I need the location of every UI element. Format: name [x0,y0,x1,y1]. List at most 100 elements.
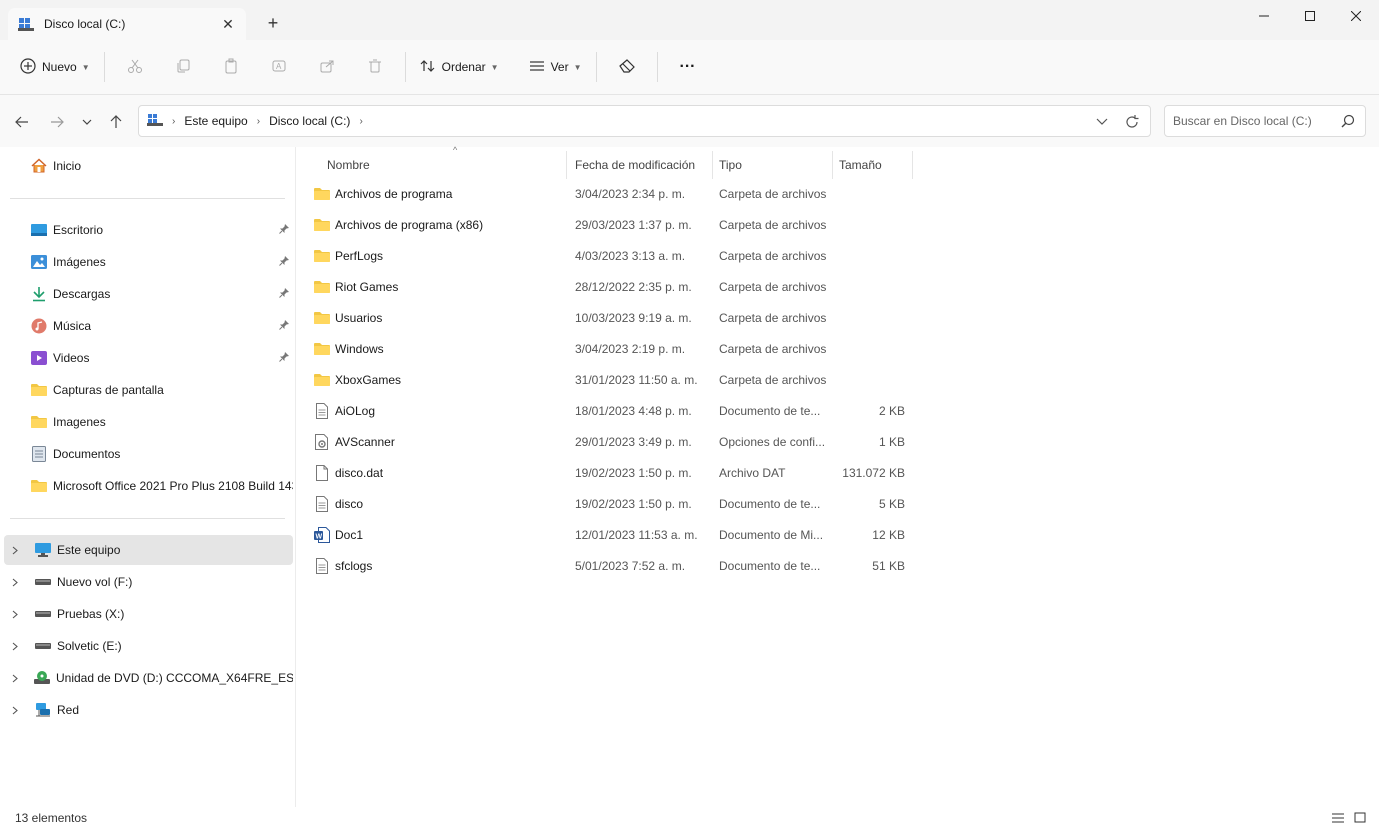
column-header-date[interactable]: Fecha de modificación [569,151,713,179]
new-tab-button[interactable]: + [262,12,284,34]
folder-icon [314,279,330,295]
file-name-cell: AVScanner [314,434,395,450]
sidebar-item-quick[interactable]: Música [4,311,293,341]
file-name: PerfLogs [335,249,384,263]
folder-icon [30,382,48,398]
column-header-size[interactable]: Tamaño [833,151,913,179]
sidebar-item-tree[interactable]: Este equipo [4,535,293,565]
chevron-right-icon[interactable] [4,610,26,619]
file-row[interactable]: Usuarios 10/03/2023 9:19 a. m. Carpeta de … [306,303,916,333]
address-history-chevron-icon[interactable] [1090,110,1114,134]
maximize-icon[interactable] [1287,0,1333,32]
chevron-right-icon[interactable] [4,706,26,715]
breadcrumb-this-pc[interactable]: Este equipo [184,114,247,128]
breadcrumb-local-disk[interactable]: Disco local (C:) [269,114,350,128]
file-row[interactable]: AiOLog 18/01/2023 4:48 p. m. Documento de … [306,396,916,426]
file-name-cell: AiOLog [314,403,375,419]
sidebar-item-tree[interactable]: Solvetic (E:) [4,631,293,661]
pin-icon[interactable] [279,255,289,269]
search-icon[interactable] [1341,114,1355,131]
chevron-right-icon[interactable] [4,546,26,555]
file-type: Carpeta de archivos [719,280,827,294]
filter-button[interactable] [603,50,651,84]
chevron-right-icon[interactable]: › [359,116,362,127]
sidebar-item-tree[interactable]: Unidad de DVD (D:) CCCOMA_X64FRE_ES-MX [4,663,293,693]
back-arrow-icon[interactable] [9,109,35,135]
chevron-right-icon[interactable]: › [257,116,260,127]
cut-button[interactable] [111,50,159,84]
recent-chevron-down-icon[interactable] [74,109,100,135]
chevron-right-icon[interactable] [4,578,26,587]
refresh-icon[interactable] [1120,110,1144,134]
file-name-cell: Windows [314,341,384,357]
file-date: 29/01/2023 3:49 p. m. [575,435,692,449]
close-tab-icon[interactable]: ✕ [214,10,242,38]
file-row[interactable]: W Doc1 12/01/2023 11:53 a. m. Documento de … [306,520,916,550]
file-row[interactable]: AVScanner 29/01/2023 3:49 p. m. Opciones d… [306,427,916,457]
chevron-right-icon[interactable] [4,642,26,651]
list-view-icon [529,58,545,77]
file-row[interactable]: sfclogs 5/01/2023 7:52 a. m. Documento de … [306,551,916,581]
paste-button[interactable] [207,50,255,84]
sort-button[interactable]: Ordenar ▼ [412,50,507,84]
file-date: 3/04/2023 2:19 p. m. [575,342,686,356]
file-size: 5 KB [878,497,905,511]
file-row[interactable]: Windows 3/04/2023 2:19 p. m. Carpeta de ar… [306,334,916,364]
column-header-type[interactable]: Tipo [713,151,833,179]
pin-icon[interactable] [279,351,289,365]
sidebar-item-quick[interactable]: Capturas de pantalla [4,375,293,405]
file-row[interactable]: disco.dat 19/02/2023 1:50 p. m. Archivo DA… [306,458,916,488]
new-button[interactable]: Nuevo ▼ [12,50,98,84]
sidebar-item-quick[interactable]: Documentos [4,439,293,469]
sidebar-item-quick[interactable]: Descargas [4,279,293,309]
close-window-icon[interactable] [1333,0,1379,32]
rename-button[interactable]: A [255,50,303,84]
file-row[interactable]: PerfLogs 4/03/2023 3:13 a. m. Carpeta de a… [306,241,916,271]
delete-button[interactable] [351,50,399,84]
share-button[interactable] [303,50,351,84]
folder-icon [30,478,48,494]
tab-disco-local[interactable]: Disco local (C:) ✕ [8,8,246,40]
view-button[interactable]: Ver ▼ [521,50,590,84]
file-name: Archivos de programa [335,187,453,201]
chevron-right-icon[interactable] [4,674,26,683]
sidebar-item-quick[interactable]: Escritorio [4,215,293,245]
column-header-label: Tipo [719,158,742,172]
sidebar-item-tree[interactable]: Pruebas (X:) [4,599,293,629]
file-row[interactable]: Riot Games 28/12/2022 2:35 p. m. Carpeta d… [306,272,916,302]
search-box[interactable] [1164,105,1366,137]
up-arrow-icon[interactable] [103,109,129,135]
more-options-button[interactable]: ··· [664,50,712,84]
file-row[interactable]: Archivos de programa (x86) 29/03/2023 1:3… [306,210,916,240]
file-size: 2 KB [878,404,905,418]
pin-icon[interactable] [279,287,289,301]
file-row[interactable]: XboxGames 31/01/2023 11:50 a. m. Carpeta d… [306,365,916,395]
text-file-icon [314,403,330,419]
sidebar-item-home[interactable]: Inicio [4,151,293,181]
file-name: disco [335,497,364,511]
sidebar-item-tree[interactable]: Nuevo vol (F:) [4,567,293,597]
column-header-name[interactable]: ^ Nombre [321,145,567,179]
file-row[interactable]: Archivos de programa 3/04/2023 2:34 p. m.… [306,179,916,209]
forward-arrow-icon[interactable] [44,109,70,135]
search-input[interactable] [1173,114,1333,128]
sidebar-item-quick[interactable]: Imágenes [4,247,293,277]
pin-icon[interactable] [279,319,289,333]
minimize-icon[interactable] [1241,0,1287,32]
sidebar-item-quick[interactable]: Imagenes [4,407,293,437]
file-row[interactable]: disco 19/02/2023 1:50 p. m. Documento de t… [306,489,916,519]
folder-icon [314,372,330,388]
address-bar[interactable]: › Este equipo › Disco local (C:) › [138,105,1151,137]
sidebar-item-quick[interactable]: Microsoft Office 2021 Pro Plus 2108 Buil… [4,471,293,501]
copy-button[interactable] [159,50,207,84]
copy-icon [175,58,191,77]
sidebar-item-quick[interactable]: Videos [4,343,293,373]
sort-ascending-icon: ^ [453,145,458,155]
music-icon [30,318,48,334]
chevron-right-icon[interactable]: › [172,116,175,127]
pin-icon[interactable] [279,223,289,237]
details-view-icon[interactable] [1329,809,1347,827]
sidebar-item-tree[interactable]: Red [4,695,293,725]
tiles-view-icon[interactable] [1351,809,1369,827]
file-date: 12/01/2023 11:53 a. m. [575,528,698,542]
